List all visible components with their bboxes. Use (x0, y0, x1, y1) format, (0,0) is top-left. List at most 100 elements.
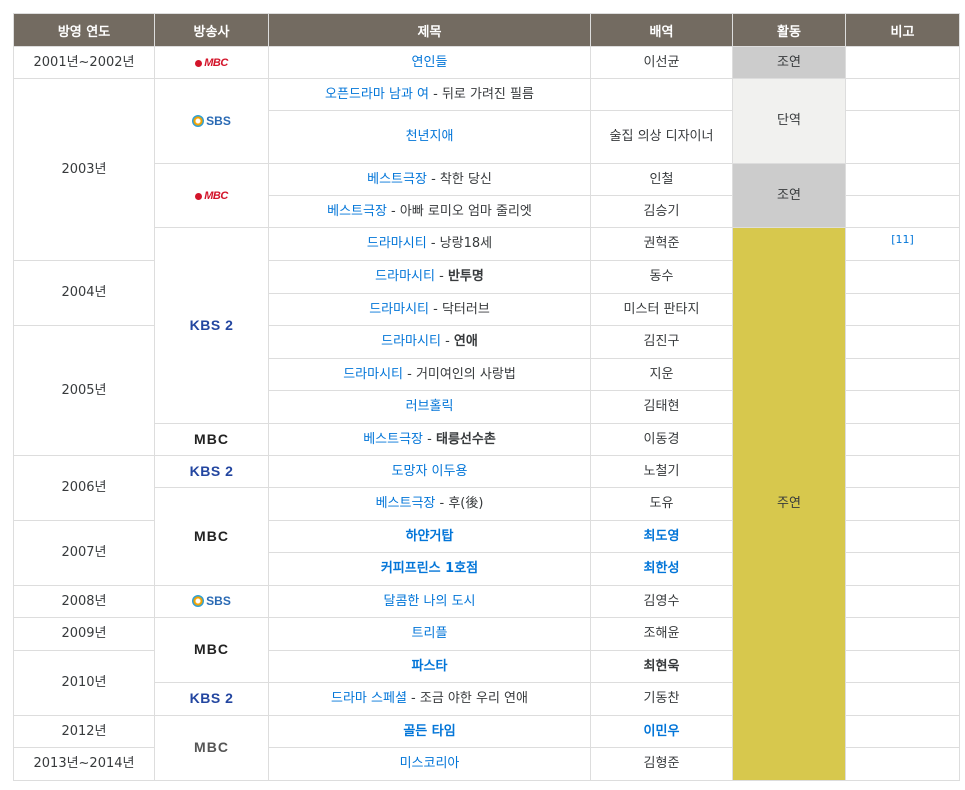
role-cell: 노철기 (590, 455, 733, 488)
role-cell: 이동경 (590, 423, 733, 456)
mbc-logo[interactable]: MBC (194, 737, 229, 757)
note-cell (845, 617, 960, 651)
kbs2-logo[interactable]: KBS 2 (190, 461, 234, 481)
mbc-logo[interactable]: MBC (194, 639, 229, 659)
role-cell: 동수 (590, 260, 733, 294)
role-cell (590, 78, 733, 111)
title-subtitle: - 거미여인의 사랑법 (403, 366, 516, 382)
title-link[interactable]: 베스트극장 (367, 172, 427, 187)
role-link[interactable]: 이민우 (644, 724, 680, 739)
title-link[interactable]: 베스트극장 (327, 204, 387, 219)
note-cell (845, 552, 960, 586)
note-cell (845, 163, 960, 196)
title-link[interactable]: 도망자 이두용 (392, 464, 468, 479)
title-subtitle: - 아빠 로미오 엄마 줄리엣 (386, 203, 532, 219)
table-row: 2001년~2002년 MBC 연인들 이선균 조연 (13, 46, 960, 79)
title-cell: 베스트극장 - 착한 당신 (268, 163, 591, 196)
network-cell: MBC (154, 617, 269, 683)
year-cell: 2012년 (13, 715, 155, 748)
title-link[interactable]: 연인들 (412, 55, 448, 70)
network-cell: SBS (154, 585, 269, 618)
role-cell: 도유 (590, 487, 733, 521)
title-cell: 드라마시티 - 연애 (268, 325, 591, 359)
note-cell (845, 260, 960, 294)
role-cell: 이선균 (590, 46, 733, 79)
header-note: 비고 (845, 13, 960, 47)
role-cell: 김태현 (590, 390, 733, 424)
note-cell (845, 650, 960, 683)
note-cell (845, 423, 960, 456)
network-cell: SBS (154, 78, 269, 164)
title-link[interactable]: 커피프린스 1호점 (381, 561, 478, 576)
title-link[interactable]: 하얀거탑 (406, 529, 454, 544)
title-separator: - (440, 334, 454, 349)
year-cell: 2008년 (13, 585, 155, 618)
note-cell (845, 110, 960, 164)
title-link[interactable]: 드라마 스페셜 (331, 691, 407, 706)
title-cell: 파스타 (268, 650, 591, 683)
kbs2-logo[interactable]: KBS 2 (190, 315, 234, 335)
title-subtitle: - 낭랑18세 (426, 236, 493, 251)
title-link[interactable]: 천년지애 (406, 129, 454, 144)
role-cell: 미스터 판타지 (590, 293, 733, 326)
title-cell: 커피프린스 1호점 (268, 552, 591, 586)
title-link[interactable]: 골든 타임 (403, 724, 455, 739)
role-cell: 기동찬 (590, 682, 733, 716)
title-cell: 달콤한 나의 도시 (268, 585, 591, 618)
activity-cell: 주연 (732, 227, 846, 781)
kbs2-logo[interactable]: KBS 2 (190, 688, 234, 708)
year-cell: 2005년 (13, 325, 155, 456)
title-link[interactable]: 파스타 (412, 659, 448, 674)
year-cell: 2007년 (13, 520, 155, 586)
note-cell (845, 195, 960, 228)
mbc-logo[interactable]: MBC (195, 53, 228, 73)
title-link[interactable]: 베스트극장 (376, 496, 436, 511)
role-cell: 김진구 (590, 325, 733, 359)
header-activity: 활동 (732, 13, 846, 47)
title-cell: 드라마시티 - 낭랑18세 (268, 227, 591, 261)
role-cell: 인철 (590, 163, 733, 196)
note-cell (845, 487, 960, 521)
sbs-logo[interactable]: SBS (192, 591, 231, 611)
mbc-logo[interactable]: MBC (194, 429, 229, 449)
title-link[interactable]: 드라마시티 (375, 269, 435, 284)
reference-link[interactable]: [11] (891, 233, 914, 246)
title-cell: 오픈드라마 남과 여 - 뒤로 가려진 필름 (268, 78, 591, 111)
title-link[interactable]: 오픈드라마 남과 여 (325, 87, 429, 102)
role-cell: 김승기 (590, 195, 733, 228)
title-separator: - (423, 431, 436, 447)
note-cell (845, 747, 960, 781)
title-link[interactable]: 러브홀릭 (406, 399, 454, 414)
network-cell: MBC (154, 46, 269, 79)
title-cell: 미스코리아 (268, 747, 591, 781)
title-cell: 트리플 (268, 617, 591, 651)
title-link[interactable]: 드라마시티 (369, 302, 429, 317)
title-link[interactable]: 달콤한 나의 도시 (384, 594, 476, 609)
sbs-ring-icon (192, 595, 205, 607)
note-cell (845, 682, 960, 716)
note-cell (845, 78, 960, 111)
title-subtitle: 연애 (453, 334, 478, 349)
title-link[interactable]: 드라마시티 (367, 236, 427, 251)
year-cell: 2010년 (13, 650, 155, 716)
title-link[interactable]: 트리플 (412, 626, 448, 641)
table-row: 2003년 SBS 오픈드라마 남과 여 - 뒤로 가려진 필름 단역 (13, 78, 960, 261)
role-cell: 지운 (590, 358, 733, 391)
title-cell: 연인들 (268, 46, 591, 79)
title-link[interactable]: 드라마시티 (381, 334, 441, 349)
title-link[interactable]: 베스트극장 (363, 432, 423, 447)
title-subtitle: 반투명 (447, 269, 484, 284)
mbc-logo[interactable]: MBC (195, 186, 228, 206)
role-link[interactable]: 최도영 (644, 529, 680, 544)
title-link[interactable]: 미스코리아 (400, 756, 460, 771)
title-subtitle: - 후(後) (435, 496, 484, 511)
role-link[interactable]: 최한성 (644, 561, 680, 576)
role-cell: 조해윤 (590, 617, 733, 651)
sbs-logo[interactable]: SBS (192, 111, 231, 131)
mbc-logo[interactable]: MBC (194, 526, 229, 546)
role-cell: 김형준 (590, 747, 733, 781)
title-cell: 드라마시티 - 닥터러브 (268, 293, 591, 326)
title-link[interactable]: 드라마시티 (343, 367, 403, 382)
year-cell: 2009년 (13, 617, 155, 651)
title-cell: 드라마 스페셜 - 조금 야한 우리 연애 (268, 682, 591, 716)
